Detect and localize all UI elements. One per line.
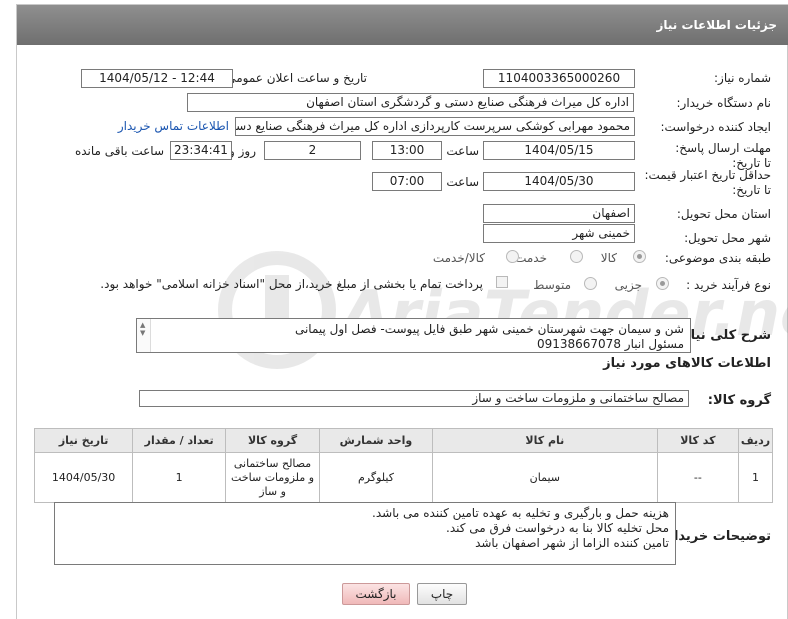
price-validity-label: حداقل تاریخ اعتبار قیمت: تا تاریخ: — [644, 168, 771, 197]
row-qty: 1 — [132, 452, 227, 503]
column-header: واحد شمارش — [319, 428, 433, 453]
description-scrollbar[interactable]: ▲ ▼ — [137, 319, 151, 352]
goods-table: ردیف کد کالا نام کالا واحد شمارش گروه کا… — [33, 428, 773, 503]
process-radio-minor[interactable] — [656, 277, 669, 290]
process-label: نوع فرآیند خرید : — [686, 278, 771, 292]
description-textarea[interactable]: ▲ ▼ شن و سیمان جهت شهرستان خمینی شهر طبق… — [136, 318, 691, 353]
back-button[interactable]: بازگشت — [342, 583, 410, 605]
deadline-label: مهلت ارسال پاسخ: تا تاریخ: — [675, 141, 771, 170]
print-button[interactable]: چاپ — [417, 583, 467, 605]
announce-date-label: تاریخ و ساعت اعلان عمومی: — [222, 71, 367, 85]
goods-group-label: گروه کالا: — [707, 393, 771, 408]
category-label: طبقه بندی موضوعی: — [664, 251, 771, 265]
table-row: 1 -- سیمان کیلوگرم مصالح ساختمانی و ملزو… — [33, 452, 773, 503]
buyer-label: نام دستگاه خریدار: — [676, 96, 772, 110]
column-header: تعداد / مقدار — [132, 428, 227, 453]
treasury-payment-note: پرداخت تمام یا بخشی از مبلغ خرید،از محل … — [100, 277, 483, 291]
price-validity-date-field: 1404/05/30 — [483, 172, 635, 191]
city-field: خمینی شهر — [483, 224, 635, 243]
row-group: مصالح ساختمانی و ملزومات ساخت و ساز — [225, 452, 320, 503]
goods-group-field: مصالح ساختمانی و ملزومات ساخت و ساز — [139, 390, 689, 407]
contact-info-link[interactable]: اطلاعات تماس خریدار — [118, 119, 229, 133]
description-line: شن و سیمان جهت شهرستان خمینی شهر طبق فای… — [294, 322, 684, 336]
page-frame: جزئیات اطلاعات نیاز AriaTender.net شماره… — [16, 4, 788, 619]
time-remaining-field: 23:34:41 — [170, 141, 232, 160]
goods-table-header: ردیف کد کالا نام کالا واحد شمارش گروه کا… — [33, 428, 773, 453]
description-line: مسئول انبار 09138667078 — [536, 337, 684, 351]
goods-section-title: اطلاعات کالاهای مورد نیاز — [603, 356, 771, 371]
days-label: روز و — [229, 144, 256, 158]
row-name: سیمان — [431, 452, 658, 503]
city-label: شهر محل تحویل: — [684, 231, 771, 245]
buyer-notes-line: تامین کننده الزاما از شهر اصفهان باشد — [475, 536, 669, 550]
column-header: نام کالا — [431, 428, 658, 453]
buyer-notes-textarea[interactable]: هزینه حمل و بارگیری و تخلیه به عهده تامی… — [54, 502, 676, 565]
row-unit: کیلوگرم — [319, 452, 433, 503]
category-radio-goods[interactable] — [633, 250, 646, 263]
buyer-notes-label: توضیحات خریدار: — [661, 529, 771, 544]
scroll-up-icon[interactable]: ▲ — [140, 321, 145, 329]
creator-label: ایجاد کننده درخواست: — [660, 120, 771, 134]
deadline-time-label: ساعت — [446, 144, 479, 158]
announce-date-field: 1404/05/12 - 12:44 — [81, 69, 233, 88]
column-header: تاریخ نیاز — [33, 428, 134, 453]
price-validity-time-field: 07:00 — [372, 172, 442, 191]
process-radio-medium[interactable] — [584, 277, 597, 290]
column-header: ردیف — [738, 428, 773, 453]
category-option-goods: کالا — [600, 251, 617, 265]
process-option-medium: متوسط — [533, 278, 571, 292]
category-radio-goods-service[interactable] — [506, 250, 519, 263]
process-option-minor: جزیی — [614, 278, 642, 292]
buyer-field: اداره کل میراث فرهنگی صنایع دستی و گردشگ… — [187, 93, 634, 112]
page-title: جزئیات اطلاعات نیاز — [17, 5, 788, 45]
buyer-notes-line: محل تخلیه کالا بنا به درخواست فرق می کند… — [446, 521, 669, 535]
province-field: اصفهان — [483, 204, 635, 223]
row-date: 1404/05/30 — [33, 452, 134, 503]
description-label: شرح کلی نیاز: — [677, 328, 771, 343]
category-option-service: خدمت — [515, 251, 547, 265]
row-index: 1 — [738, 452, 773, 503]
deadline-time-field: 13:00 — [372, 141, 442, 160]
treasury-payment-checkbox[interactable] — [496, 276, 508, 288]
category-radio-service[interactable] — [570, 250, 583, 263]
category-option-goods-service: کالا/خدمت — [432, 251, 485, 265]
price-validity-time-label: ساعت — [446, 175, 479, 189]
days-remaining-field: 2 — [264, 141, 361, 160]
creator-field: محمود مهرابی کوشکی سرپرست کارپردازی ادار… — [235, 117, 635, 136]
buyer-notes-line: هزینه حمل و بارگیری و تخلیه به عهده تامی… — [372, 506, 669, 520]
column-header: کد کالا — [656, 428, 740, 453]
column-header: گروه کالا — [225, 428, 320, 453]
deadline-date-field: 1404/05/15 — [483, 141, 635, 160]
row-code: -- — [656, 452, 740, 503]
scroll-down-icon[interactable]: ▼ — [140, 329, 145, 337]
time-remaining-label: ساعت باقی مانده — [74, 144, 164, 158]
need-number-label: شماره نیاز: — [714, 71, 771, 85]
province-label: استان محل تحویل: — [676, 207, 771, 221]
need-number-field: 1104003365000260 — [483, 69, 635, 88]
